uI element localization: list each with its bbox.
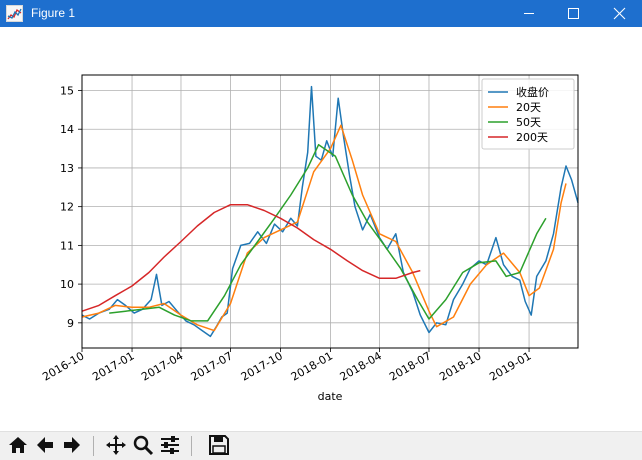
x-tick-label: 2018-07 (387, 349, 433, 383)
window-titlebar: Figure 1 (0, 0, 642, 27)
matplotlib-figure-icon (6, 5, 23, 22)
minimize-icon (524, 13, 534, 14)
back-arrow-icon (37, 437, 53, 453)
configure-subplots-icon (161, 436, 179, 454)
forward-button[interactable] (60, 433, 85, 458)
x-tick-label: 2016-10 (40, 349, 86, 383)
close-icon (613, 7, 626, 20)
x-tick-label: 2018-04 (338, 349, 384, 383)
legend-label: 20天 (516, 101, 541, 114)
home-icon (9, 437, 27, 453)
y-tick-label: 9 (67, 317, 74, 330)
y-tick-label: 15 (60, 84, 74, 97)
pan-move-icon (106, 435, 126, 455)
x-tick-label: 2018-10 (437, 349, 483, 383)
configure-subplots-button[interactable] (158, 433, 183, 458)
back-button[interactable] (33, 433, 58, 458)
home-button[interactable] (6, 433, 31, 458)
x-axis-label: date (318, 390, 343, 403)
y-tick-label: 12 (60, 201, 74, 214)
maximize-button[interactable] (552, 0, 598, 27)
x-tick-label: 2018-01 (289, 349, 335, 383)
pan-button[interactable] (104, 433, 129, 458)
forward-arrow-icon (64, 437, 80, 453)
window-title: Figure 1 (31, 6, 76, 20)
series-line (81, 203, 421, 312)
legend-label: 收盘价 (516, 85, 549, 99)
x-tick-label: 2017-04 (139, 349, 185, 383)
legend-label: 200天 (516, 131, 548, 144)
toolbar-separator (191, 436, 192, 456)
series-line (81, 124, 567, 332)
zoom-button[interactable] (131, 433, 156, 458)
y-tick-label: 13 (60, 162, 74, 175)
x-tick-label: 2017-01 (90, 349, 136, 383)
legend: 收盘价 20天 50天 200天 (481, 78, 575, 150)
y-tick-label: 11 (60, 239, 74, 252)
line-chart[interactable]: 9 10 11 12 13 14 15 2016-10 2017-01 2017-04 2017-0… (0, 27, 642, 431)
y-tick-label: 10 (60, 278, 74, 291)
zoom-magnifier-icon (133, 435, 154, 456)
minimize-button[interactable] (506, 0, 552, 27)
maximize-icon (568, 8, 579, 19)
series-line (109, 143, 547, 322)
figure-canvas[interactable]: 9 10 11 12 13 14 15 2016-10 2017-01 2017-04 2017-0… (0, 27, 642, 431)
toolbar-separator (93, 436, 94, 456)
x-tick-label: 2017-10 (239, 349, 285, 383)
save-floppy-icon (209, 435, 229, 455)
x-tick-label: 2019-01 (487, 349, 533, 383)
navigation-toolbar (0, 431, 642, 460)
save-button[interactable] (207, 433, 232, 458)
close-button[interactable] (597, 0, 642, 27)
x-tick-label: 2017-07 (189, 349, 235, 383)
y-tick-label: 14 (60, 123, 74, 136)
legend-label: 50天 (516, 116, 541, 129)
